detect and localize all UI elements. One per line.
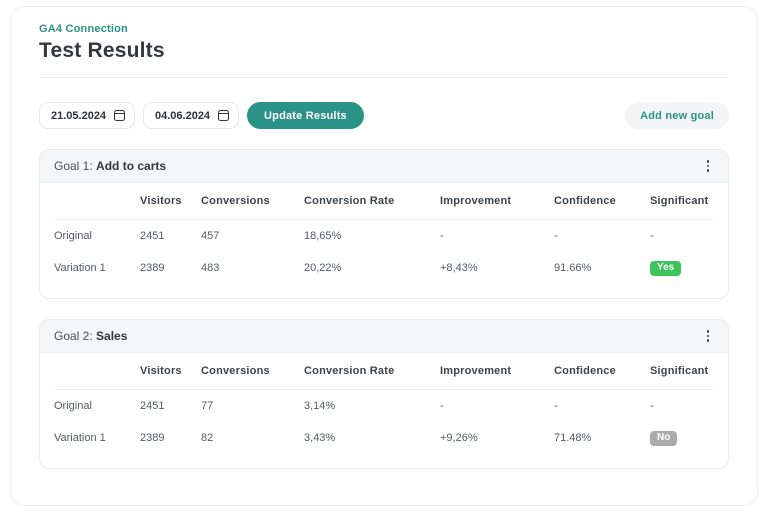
- cell-visitors: 2389: [140, 262, 165, 274]
- cell-confidence: -: [554, 230, 558, 242]
- date-to-value: 04.06.2024: [155, 109, 211, 122]
- row-label: Original: [54, 400, 92, 412]
- kebab-menu-icon[interactable]: [702, 156, 715, 176]
- kebab-menu-icon[interactable]: [702, 326, 715, 346]
- goal-2-label-prefix: Goal 2:: [54, 329, 97, 343]
- cell-improvement: -: [440, 400, 444, 412]
- significant-badge: No: [650, 430, 678, 446]
- cell-conversions: 457: [201, 230, 220, 242]
- page-title: Test Results: [39, 39, 165, 62]
- col-header-visitors: Visitors: [140, 365, 182, 377]
- cell-conversion-rate: 3,43%: [304, 432, 336, 444]
- cell-conversions: 483: [201, 262, 220, 274]
- col-header-confidence: Confidence: [554, 195, 616, 207]
- table-row: Variation 1 2389 483 20,22% +8,43% 91.66…: [54, 252, 714, 284]
- col-header-improvement: Improvement: [440, 195, 512, 207]
- col-header-conversions: Conversions: [201, 365, 270, 377]
- col-header-significant: Significant: [650, 195, 709, 207]
- date-to-input[interactable]: 04.06.2024: [143, 102, 239, 129]
- cell-improvement: +9,26%: [440, 432, 478, 444]
- table-row: Variation 1 2389 82 3,43% +9,26% 71.48% …: [54, 422, 714, 454]
- cell-conversions: 77: [201, 400, 214, 412]
- cell-significant: No: [650, 430, 714, 446]
- col-header-visitors: Visitors: [140, 195, 182, 207]
- col-header-improvement: Improvement: [440, 365, 512, 377]
- cell-conversion-rate: 3,14%: [304, 400, 336, 412]
- table-row: Original 2451 77 3,14% - - -: [54, 390, 714, 422]
- update-results-button[interactable]: Update Results: [247, 102, 364, 129]
- cell-improvement: +8,43%: [440, 262, 478, 274]
- goal-1-title: Goal 1: Add to carts: [54, 157, 166, 175]
- page-card: GA4 Connection Test Results 21.05.2024 0…: [10, 6, 758, 506]
- cell-visitors: 2451: [140, 230, 165, 242]
- cell-conversion-rate: 18,65%: [304, 230, 342, 242]
- col-header-conversions: Conversions: [201, 195, 270, 207]
- row-label: Variation 1: [54, 432, 106, 444]
- cell-conversions: 82: [201, 432, 214, 444]
- goal-2-title: Goal 2: Sales: [54, 327, 127, 345]
- goal-2-table: Visitors Conversions Conversion Rate Imp…: [40, 353, 728, 468]
- cell-visitors: 2451: [140, 400, 165, 412]
- goal-2-name: Sales: [96, 329, 128, 343]
- col-header-conversion-rate: Conversion Rate: [304, 365, 395, 377]
- calendar-icon[interactable]: [218, 110, 229, 121]
- goal-1-name: Add to carts: [96, 159, 167, 173]
- goal-1-label-prefix: Goal 1:: [54, 159, 97, 173]
- table-row: Original 2451 457 18,65% - - -: [54, 220, 714, 252]
- cell-confidence: 91.66%: [554, 262, 592, 274]
- header-divider: [39, 77, 729, 78]
- calendar-icon[interactable]: [114, 110, 125, 121]
- goal-1-header: Goal 1: Add to carts: [40, 150, 728, 183]
- col-header-significant: Significant: [650, 365, 709, 377]
- date-from-value: 21.05.2024: [51, 109, 107, 122]
- cell-confidence: 71.48%: [554, 432, 592, 444]
- table-header-row: Visitors Conversions Conversion Rate Imp…: [54, 353, 714, 390]
- col-header-conversion-rate: Conversion Rate: [304, 195, 395, 207]
- goal-card-1: Goal 1: Add to carts Visitors Conversion…: [39, 149, 729, 299]
- goal-card-2: Goal 2: Sales Visitors Conversions Conve…: [39, 319, 729, 469]
- col-header-confidence: Confidence: [554, 365, 616, 377]
- add-new-goal-button[interactable]: Add new goal: [625, 102, 729, 129]
- cell-improvement: -: [440, 230, 444, 242]
- row-label: Variation 1: [54, 262, 106, 274]
- goal-1-table: Visitors Conversions Conversion Rate Imp…: [40, 183, 728, 298]
- goal-2-header: Goal 2: Sales: [40, 320, 728, 353]
- significant-badge: Yes: [650, 260, 682, 276]
- date-from-input[interactable]: 21.05.2024: [39, 102, 135, 129]
- cell-significant: Yes: [650, 260, 714, 276]
- cell-significant: -: [650, 400, 654, 412]
- cell-significant: -: [650, 230, 654, 242]
- breadcrumb[interactable]: GA4 Connection: [39, 23, 729, 35]
- cell-visitors: 2389: [140, 432, 165, 444]
- cell-conversion-rate: 20,22%: [304, 262, 342, 274]
- controls-bar: 21.05.2024 04.06.2024 Update Results Add…: [39, 102, 729, 129]
- table-header-row: Visitors Conversions Conversion Rate Imp…: [54, 183, 714, 220]
- cell-confidence: -: [554, 400, 558, 412]
- row-label: Original: [54, 230, 92, 242]
